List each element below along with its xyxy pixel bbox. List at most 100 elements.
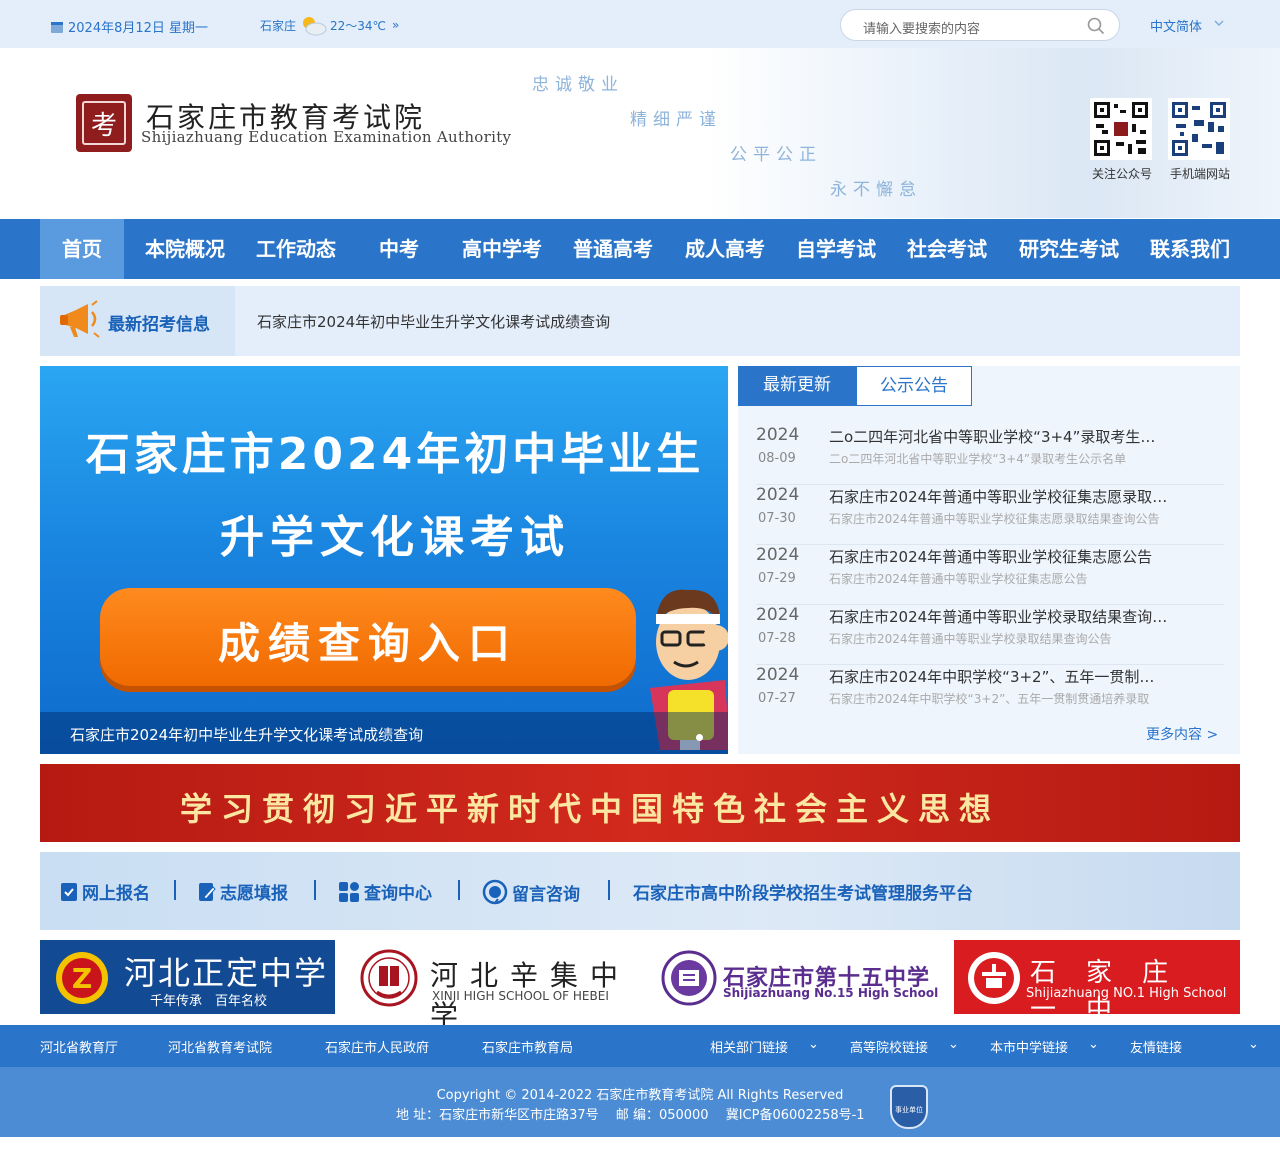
copyright-text: Copyright © 2014-2022 石家庄市教育考试院 All Righ…	[436, 1088, 844, 1103]
chevron-down-icon: ⌄	[808, 1037, 819, 1052]
badge-text: 事业单位	[895, 1106, 923, 1114]
nav-graduate-exam[interactable]: 研究生考试	[1008, 219, 1130, 279]
dropdown-universities[interactable]: 高等院校链接 ⌄	[850, 1037, 959, 1056]
nav-about[interactable]: 本院概况	[134, 219, 236, 279]
site-header: 考 石家庄市教育考试院 Shijiazhuang Education Exami…	[0, 48, 1280, 218]
zhengding-logo: Z	[56, 952, 108, 1004]
search-icon[interactable]	[1087, 17, 1105, 35]
banner-caption-bar: 石家庄市2024年初中毕业生升学文化课考试成绩查询	[40, 712, 728, 754]
news-title[interactable]: 石家庄市2024年中职学校“3+2”、五年一贯制贯通培养	[829, 666, 1169, 687]
no15-logo	[661, 950, 717, 1006]
quick-link-label: 留言咨询	[512, 884, 580, 905]
school-tagline: Shijiazhuang NO.1 High School	[1026, 986, 1227, 1001]
top-bar: 2024年8月12日 星期一 石家庄 22～34℃ » 请输入要搜索的内容 中文…	[0, 0, 1280, 48]
score-query-button[interactable]: 成绩查询入口	[100, 588, 636, 686]
school-link-xinji[interactable]: 河北辛集中学 XINJI HIGH SCHOOL OF HEBEI	[350, 940, 640, 1032]
search-input[interactable]: 请输入要搜索的内容	[863, 18, 980, 37]
school-name: 河北正定中学	[124, 954, 329, 992]
news-title[interactable]: 二o二四年河北省中等职业学校“3+4”录取考生公示名单	[829, 426, 1169, 447]
quick-link-query-center[interactable]: 查询中心	[338, 879, 432, 904]
divider	[608, 880, 610, 900]
school-tagline: XINJI HIGH SCHOOL OF HEBEI	[432, 989, 609, 1003]
updates-panel: 最新更新 公示公告 2024 08-09 二o二四年河北省中等职业学校“3+4”…	[738, 366, 1240, 754]
dropdown-departments[interactable]: 相关部门链接 ⌄	[710, 1037, 819, 1056]
red-slogan-banner[interactable]: 学习贯彻习近平新时代中国特色社会主义思想	[40, 764, 1240, 842]
nav-news[interactable]: 工作动态	[246, 219, 346, 279]
footer-link-city-gov[interactable]: 石家庄市人民政府	[325, 1037, 429, 1056]
nav-zhongkao[interactable]: 中考	[356, 219, 442, 279]
score-query-label: 成绩查询入口	[217, 619, 518, 668]
news-item[interactable]: 2024 07-30 石家庄市2024年普通中等职业学校征集志愿录取结果查询 石…	[756, 485, 1224, 545]
carousel-dot[interactable]	[696, 734, 703, 741]
divider	[174, 880, 176, 900]
quick-link-platform[interactable]: 石家庄市高中阶段学校招生考试管理服务平台	[633, 879, 973, 904]
tab-announcements[interactable]: 公示公告	[856, 366, 972, 406]
quick-link-consult[interactable]: 留言咨询	[482, 879, 580, 905]
qr-code-mobile	[1168, 98, 1230, 160]
news-title[interactable]: 石家庄市2024年普通中等职业学校录取结果查询公告	[829, 606, 1169, 627]
divider	[314, 880, 316, 900]
news-ticker: 最新招考信息 石家庄市2024年初中毕业生升学文化课考试成绩查询	[40, 286, 1240, 356]
news-item[interactable]: 2024 07-29 石家庄市2024年普通中等职业学校征集志愿公告 石家庄市2…	[756, 545, 1224, 605]
chevron-down-icon: ⌄	[948, 1037, 959, 1052]
date-text: 2024年8月12日 星期一	[68, 21, 209, 36]
quick-link-volunteer[interactable]: 志愿填报	[198, 879, 288, 904]
news-year: 2024	[756, 665, 800, 685]
news-item[interactable]: 2024 07-27 石家庄市2024年中职学校“3+2”、五年一贯制贯通培养 …	[756, 665, 1224, 725]
nav-contact[interactable]: 联系我们	[1140, 219, 1240, 279]
chevron-down-icon: ⌄	[1248, 1037, 1259, 1052]
address-text: 地 址：石家庄市新华区市庄路37号 邮 编：050000 冀ICP备060022…	[396, 1108, 865, 1123]
motto-2: 精细严谨	[630, 110, 722, 130]
partly-cloudy-icon	[303, 17, 327, 36]
dropdown-friend-links[interactable]: 友情链接 ⌄	[1130, 1037, 1259, 1056]
school-link-no1[interactable]: 石家庄一中 Shijiazhuang NO.1 High School	[954, 940, 1240, 1025]
megaphone-icon	[60, 300, 100, 338]
news-date: 07-30	[758, 511, 796, 526]
nav-home[interactable]: 首页	[40, 219, 124, 279]
quick-link-registration[interactable]: 网上报名	[60, 879, 150, 904]
news-summary: 石家庄市2024年中职学校“3+2”、五年一贯制贯通培养录取	[829, 692, 1150, 706]
school-link-no15[interactable]: 石家庄市第十五中学 Shijiazhuang No.15 High School	[655, 940, 940, 1014]
banner-caption[interactable]: 石家庄市2024年初中毕业生升学文化课考试成绩查询	[70, 724, 423, 745]
main-nav: 首页 本院概况 工作动态 中考 高中学考 普通高考 成人高考 自学考试 社会考试…	[0, 219, 1280, 279]
news-item[interactable]: 2024 07-28 石家庄市2024年普通中等职业学校录取结果查询公告 石家庄…	[756, 605, 1224, 665]
footer-link-city-edu[interactable]: 石家庄市教育局	[482, 1037, 573, 1056]
nav-self-study[interactable]: 自学考试	[786, 219, 886, 279]
motto-1: 忠诚敬业	[532, 75, 624, 95]
nav-xuekao[interactable]: 高中学考	[452, 219, 552, 279]
footer-link-hebei-edu[interactable]: 河北省教育厅	[40, 1037, 118, 1056]
more-link[interactable]: 更多内容 >	[1146, 724, 1218, 744]
nav-social-exam[interactable]: 社会考试	[896, 219, 998, 279]
seal-char: 考	[82, 101, 126, 145]
grid-icon	[339, 881, 359, 902]
calendar-icon	[51, 21, 63, 33]
dropdown-label: 相关部门链接	[710, 1041, 789, 1056]
news-year: 2024	[756, 485, 800, 505]
news-item[interactable]: 2024 08-09 二o二四年河北省中等职业学校“3+4”录取考生公示名单 二…	[756, 425, 1224, 485]
news-summary: 二o二四年河北省中等职业学校“3+4”录取考生公示名单	[829, 452, 1127, 466]
main-banner-slide[interactable]: 石家庄市2024年初中毕业生 升学文化课考试 成绩查询入口 石家庄市2024年初…	[40, 366, 728, 754]
news-date: 08-09	[758, 451, 796, 466]
weather-widget[interactable]: 石家庄 22～34℃ »	[260, 14, 399, 36]
tab-latest-updates[interactable]: 最新更新	[738, 366, 856, 406]
ticker-link[interactable]: 石家庄市2024年初中毕业生升学文化课考试成绩查询	[257, 311, 610, 332]
nav-gaokao[interactable]: 普通高考	[562, 219, 664, 279]
news-title[interactable]: 石家庄市2024年普通中等职业学校征集志愿公告	[829, 546, 1169, 567]
school-link-zhengding[interactable]: Z 河北正定中学 千年传承 百年名校	[40, 940, 335, 1014]
public-institution-badge[interactable]: 事业单位	[890, 1085, 928, 1129]
motto-4: 永不懈怠	[830, 180, 922, 200]
ticker-label-box: 最新招考信息	[40, 286, 235, 356]
dropdown-middle-schools[interactable]: 本市中学链接 ⌄	[990, 1037, 1099, 1056]
news-title[interactable]: 石家庄市2024年普通中等职业学校征集志愿录取结果查询	[829, 486, 1169, 507]
news-year: 2024	[756, 545, 800, 565]
ticker-label: 最新招考信息	[108, 315, 210, 335]
news-year: 2024	[756, 425, 800, 445]
footer-links-bar: 河北省教育厅 河北省教育考试院 石家庄市人民政府 石家庄市教育局 相关部门链接 ⌄…	[0, 1025, 1280, 1067]
footer-link-hebei-exam[interactable]: 河北省教育考试院	[168, 1037, 272, 1056]
search-box[interactable]: 请输入要搜索的内容	[840, 9, 1120, 41]
logo-seal[interactable]: 考	[76, 94, 132, 152]
chevron-down-icon: ⌄	[1088, 1037, 1099, 1052]
news-date: 07-27	[758, 691, 796, 706]
nav-adult-exam[interactable]: 成人高考	[674, 219, 776, 279]
language-select[interactable]: 中文简体	[1150, 16, 1224, 35]
